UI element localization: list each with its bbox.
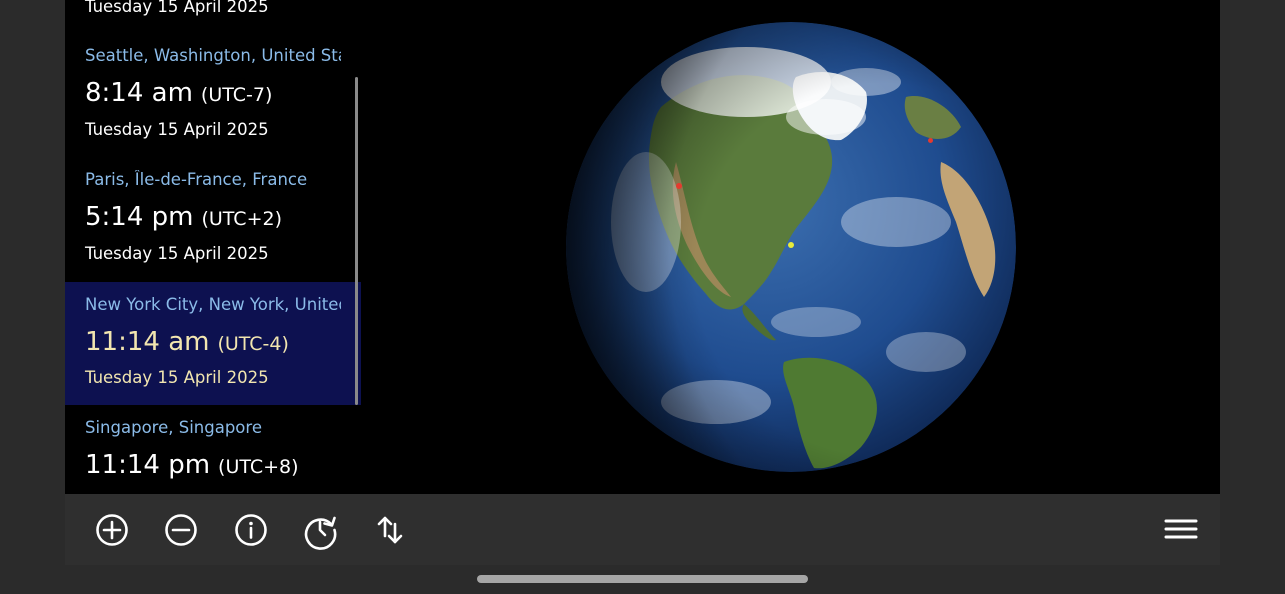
city-time-row: 5:14 pm (UTC+2) <box>85 202 282 232</box>
clock-reset-icon <box>304 516 337 550</box>
city-utc-offset: (UTC+8) <box>218 456 299 478</box>
city-utc-offset: (UTC-7) <box>200 84 273 106</box>
city-time-row: 11:14 pm (UTC+8) <box>85 450 299 480</box>
city-location: Paris, Île-de-France, France <box>85 170 308 189</box>
plus-circle-icon <box>96 514 128 546</box>
city-time-row: 11:14 am (UTC-4) <box>85 327 289 357</box>
city-date: Tuesday 15 April 2025 <box>85 244 269 263</box>
city-date: Tuesday 15 April 2025 <box>85 368 269 387</box>
earth-globe[interactable] <box>566 22 1016 472</box>
city-marker-new-york <box>788 242 794 248</box>
bottom-toolbar <box>65 494 1220 565</box>
city-time-row: 8:14 am (UTC-7) <box>85 78 272 108</box>
city-time: 11:14 am <box>85 327 210 357</box>
city-location: Singapore, Singapore <box>85 418 262 437</box>
city-entry-singapore[interactable]: Singapore, Singapore 11:14 pm (UTC+8) <box>65 405 361 494</box>
city-marker-paris <box>928 138 933 143</box>
city-marker-seattle <box>676 183 682 189</box>
city-time: 11:14 pm <box>85 450 211 480</box>
world-clock-app: Tuesday 15 April 2025 Seattle, Washingto… <box>65 0 1220 565</box>
city-time: 8:14 am <box>85 78 193 108</box>
home-indicator[interactable] <box>477 575 808 583</box>
add-city-button[interactable] <box>92 510 132 550</box>
info-circle-icon <box>235 514 267 546</box>
sort-button[interactable] <box>370 510 410 550</box>
city-utc-offset: (UTC+2) <box>201 208 282 230</box>
city-location: Seattle, Washington, United States <box>85 46 341 65</box>
minus-circle-icon <box>165 514 197 546</box>
sort-arrows-icon <box>377 516 403 544</box>
info-button[interactable] <box>231 510 271 550</box>
hamburger-menu-icon <box>1164 519 1198 539</box>
city-utc-offset: (UTC-4) <box>217 333 289 355</box>
menu-button[interactable] <box>1161 510 1201 550</box>
reset-time-button[interactable] <box>300 510 340 550</box>
scroll-indicator[interactable] <box>355 77 358 405</box>
city-entry-seattle[interactable]: Seattle, Washington, United States 8:14 … <box>65 0 361 139</box>
city-entry-paris[interactable]: Paris, Île-de-France, France 5:14 pm (UTC… <box>65 124 361 263</box>
city-location: New York City, New York, United States <box>85 295 341 314</box>
city-list[interactable]: Tuesday 15 April 2025 Seattle, Washingto… <box>65 0 361 494</box>
remove-city-button[interactable] <box>161 510 201 550</box>
city-time: 5:14 pm <box>85 202 194 232</box>
city-entry-new-york-selected[interactable]: New York City, New York, United States 1… <box>65 282 361 405</box>
